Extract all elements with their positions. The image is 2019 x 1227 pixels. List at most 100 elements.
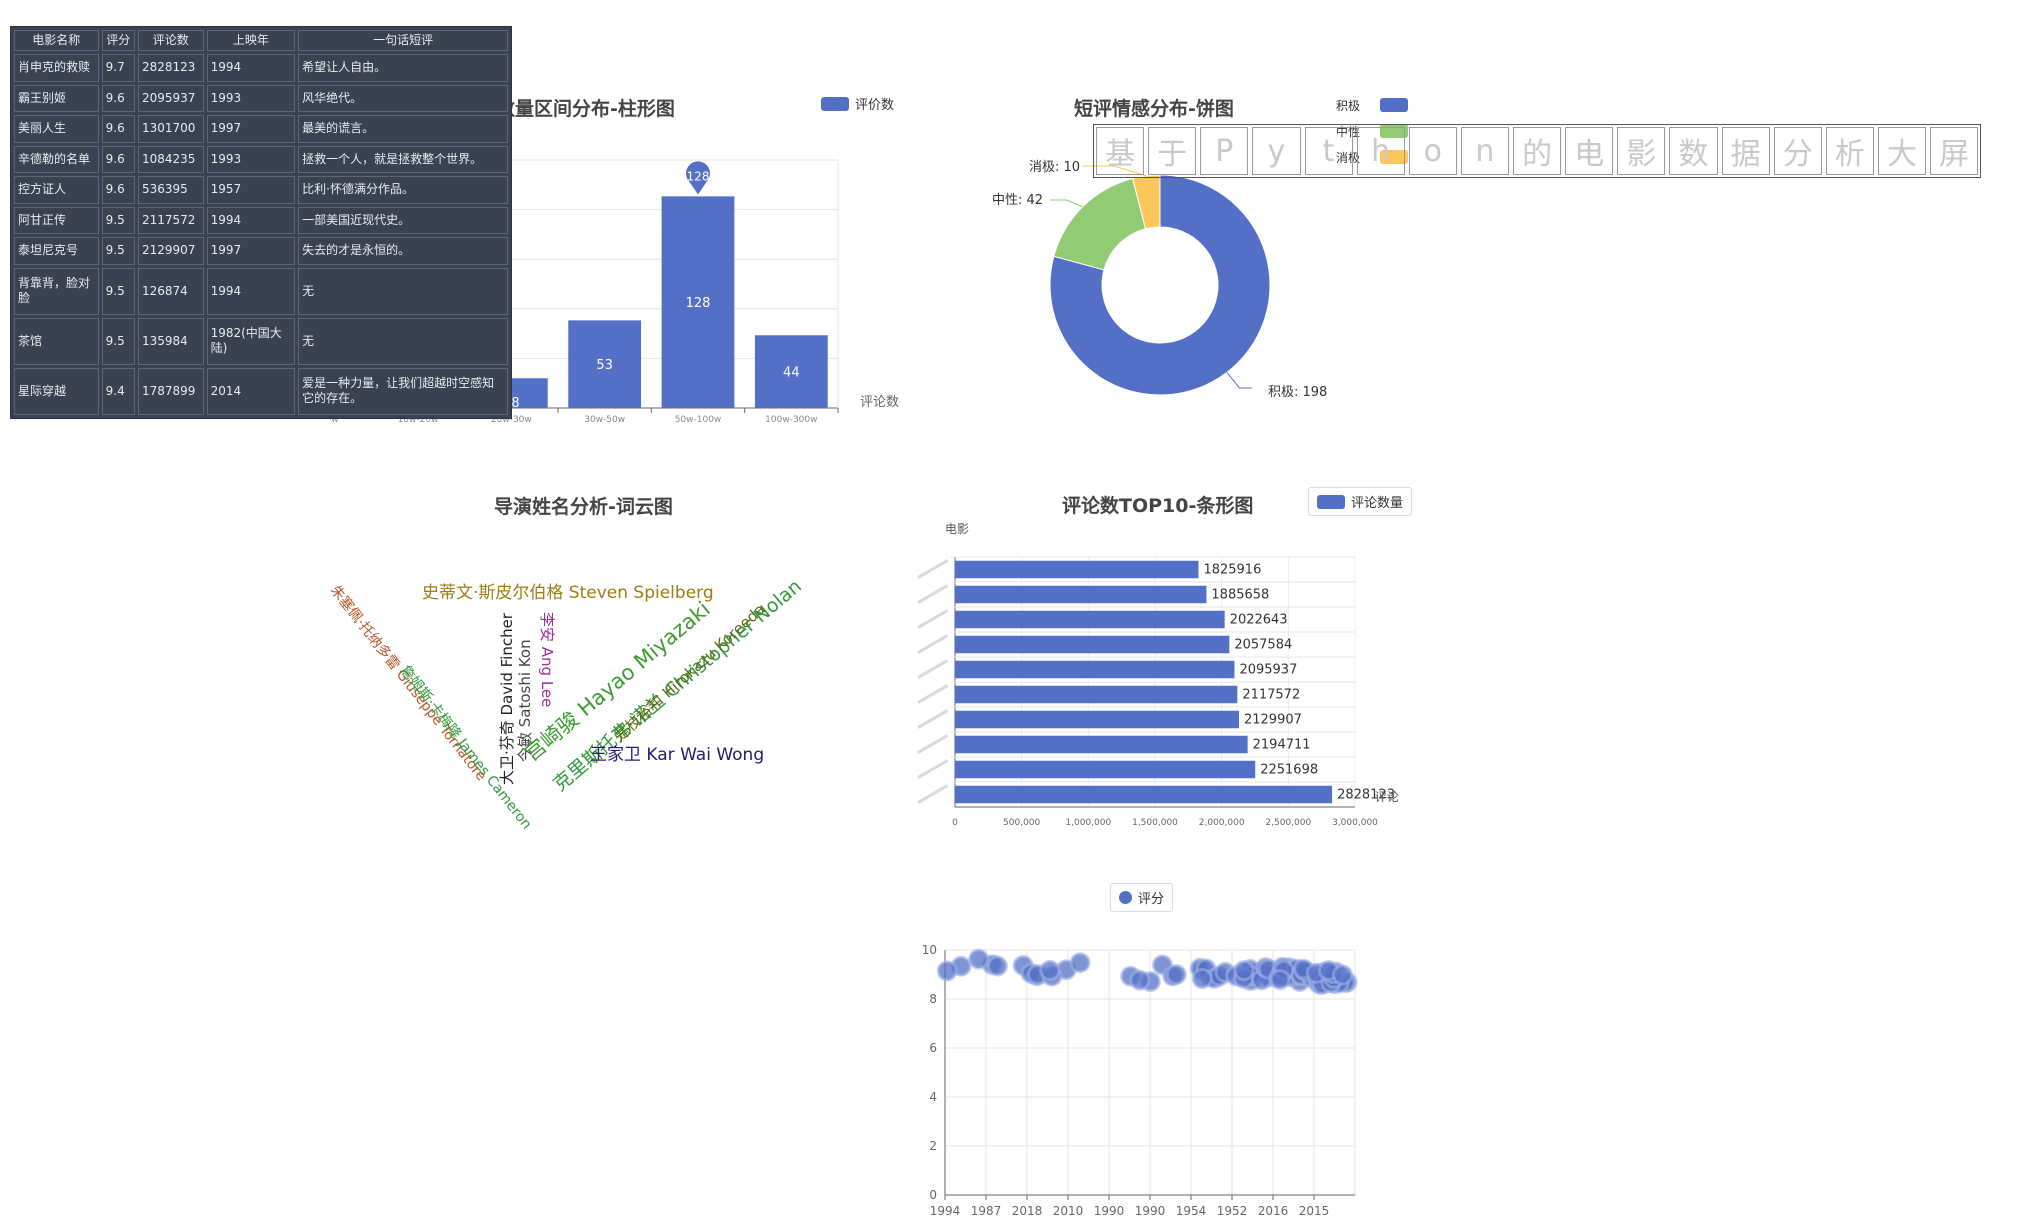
- wordcloud-svg: 史蒂文·斯皮尔伯格 Steven Spielberg朱塞佩·托纳多雷 Giuse…: [327, 575, 806, 832]
- table-cell: 1982(中国大陆): [206, 317, 296, 365]
- table-cell: 1997: [206, 115, 296, 143]
- scatter-chart-svg: 0 2 4 6 8 10 1994 1987 2018 2010 1990 1990 1954 1952 2…: [922, 943, 1358, 1215]
- table-header-cell: 评论数: [137, 30, 204, 51]
- table-row: 星际穿越 9.4 1787899 2014 爱是一种力量，让我们超越时空感知它的存在。: [14, 367, 508, 415]
- scatter-point: [968, 948, 990, 970]
- y-axis-label: 电影: [945, 522, 969, 536]
- x-tick-label: 1994: [930, 1204, 961, 1215]
- x-tick-label: 2015: [1299, 1204, 1330, 1215]
- table-cell: 9.5: [101, 237, 135, 265]
- scatter-point: [1165, 964, 1187, 986]
- x-tick-label: 50w-100w: [675, 415, 722, 425]
- title-char: n: [1460, 127, 1509, 175]
- title-char: P: [1200, 127, 1249, 175]
- wordcloud-panel: 导演姓名分析-词云图 史蒂文·斯皮尔伯格 Steven Spielberg 朱塞佩…: [310, 480, 810, 860]
- bar-value-label: 53: [596, 358, 613, 373]
- table-cell: 1993: [206, 84, 296, 112]
- x-tick-label: 1987: [971, 1204, 1002, 1215]
- legend-chip: [1380, 98, 1408, 112]
- x-tick-label: 3,000,000: [1332, 818, 1378, 828]
- wordcloud-word: 李安 Ang Lee: [538, 612, 556, 707]
- table-cell: 9.6: [101, 84, 135, 112]
- movie-table: 电影名称 评分 评论数 上映年 一句话短评 肖申克的救赎 9.7 2828123 1994 希望…: [10, 26, 512, 419]
- y-tick-label: 0: [929, 1188, 937, 1202]
- y-tick-label-blur: [917, 584, 949, 604]
- bar: [955, 635, 1230, 654]
- pie-label-line: [1226, 372, 1252, 389]
- table-cell: 1994: [206, 206, 296, 234]
- y-tick-label-blur: [917, 609, 949, 629]
- table-cell: 1993: [206, 145, 296, 173]
- y-tick-label-blur: [917, 684, 949, 704]
- y-tick-label-blur: [917, 709, 949, 729]
- table-row: 美丽人生 9.6 1301700 1997 最美的谎言。: [14, 115, 508, 143]
- table-cell: 辛德勒的名单: [14, 145, 99, 173]
- scatter-point: [986, 955, 1008, 977]
- table-cell: 9.5: [101, 206, 135, 234]
- table-row: 背靠背，脸对脸 9.5 126874 1994 无: [14, 267, 508, 315]
- x-tick-label: 2,500,000: [1265, 818, 1311, 828]
- table-cell: 控方证人: [14, 176, 99, 204]
- table-cell: 阿甘正传: [14, 206, 99, 234]
- x-tick-label: 1,500,000: [1132, 818, 1178, 828]
- table-cell: 9.6: [101, 115, 135, 143]
- bar: [955, 560, 1199, 579]
- bar-value-label: 2251698: [1260, 763, 1318, 778]
- x-tick-label: 1990: [1094, 1204, 1125, 1215]
- x-tick-label: 0: [952, 818, 958, 828]
- title-char: 据: [1721, 127, 1770, 175]
- bar: [955, 735, 1248, 754]
- x-axis-label: 评论数: [860, 395, 899, 410]
- title-char: 电: [1565, 127, 1614, 175]
- table-cell: 126874: [137, 267, 204, 315]
- table-header-row: 电影名称 评分 评论数 上映年 一句话短评: [14, 30, 508, 51]
- title-char: 分: [1773, 127, 1822, 175]
- hbar-chart-svg: 电影 0 500,000 1,000,000 1,500,000 2,000,000 2,5…: [917, 522, 1399, 828]
- table-row: 茶馆 9.5 135984 1982(中国大陆) 无: [14, 317, 508, 365]
- pie-slice-label: 中性: 42: [992, 193, 1043, 208]
- y-tick-label-blur: [917, 659, 949, 679]
- y-tick-label-blur: [917, 559, 949, 579]
- legend-label: 积极: [1336, 98, 1361, 113]
- bar: [955, 785, 1333, 804]
- table-header-cell: 电影名称: [14, 30, 99, 51]
- y-tick-label: 10: [922, 943, 937, 957]
- x-tick-label: 500,000: [1003, 818, 1040, 828]
- bar-value-label: 44: [783, 366, 800, 381]
- table-cell: 2014: [206, 367, 296, 415]
- table-header-cell: 一句话短评: [298, 30, 508, 51]
- title-char: 屏: [1930, 127, 1979, 175]
- table-cell: 1997: [206, 237, 296, 265]
- table-cell: 无: [298, 267, 508, 315]
- pie-slice: [1053, 177, 1147, 271]
- y-tick-label: 8: [929, 992, 937, 1006]
- table-cell: 9.7: [101, 54, 135, 82]
- max-marker-label: 128: [687, 169, 710, 183]
- title-char: 的: [1513, 127, 1562, 175]
- y-tick-label-blur: [917, 759, 949, 779]
- table-cell: 1994: [206, 54, 296, 82]
- x-tick-label: 1,000,000: [1065, 818, 1111, 828]
- table-cell: 背靠背，脸对脸: [14, 267, 99, 315]
- table-cell: 拯救一个人，就是拯救整个世界。: [298, 145, 508, 173]
- table-cell: 2117572: [137, 206, 204, 234]
- table-cell: 星际穿越: [14, 367, 99, 415]
- table-cell: 536395: [137, 176, 204, 204]
- scatter-point: [1191, 968, 1213, 990]
- table-cell: 最美的谎言。: [298, 115, 508, 143]
- table-cell: 风华绝代。: [298, 84, 508, 112]
- bar-value-label: 2095937: [1239, 663, 1297, 678]
- y-tick-label-blur: [917, 784, 949, 804]
- table-cell: 无: [298, 317, 508, 365]
- pie-legend-item[interactable]: 积极: [1336, 92, 1408, 118]
- table-cell: 2129907: [137, 237, 204, 265]
- table-body: 肖申克的救赎 9.7 2828123 1994 希望让人自由。 霸王别姬 9.6 209593…: [14, 54, 508, 415]
- title-char: 大: [1877, 127, 1926, 175]
- table-row: 阿甘正传 9.5 2117572 1994 一部美国近现代史。: [14, 206, 508, 234]
- x-tick-label: 2016: [1258, 1204, 1289, 1215]
- x-tick-label: 1954: [1176, 1204, 1207, 1215]
- table-row: 控方证人 9.6 536395 1957 比利·怀德满分作品。: [14, 176, 508, 204]
- bar-value-label: 1885658: [1211, 588, 1269, 603]
- y-tick-label-blur: [917, 734, 949, 754]
- title-char: o: [1408, 127, 1457, 175]
